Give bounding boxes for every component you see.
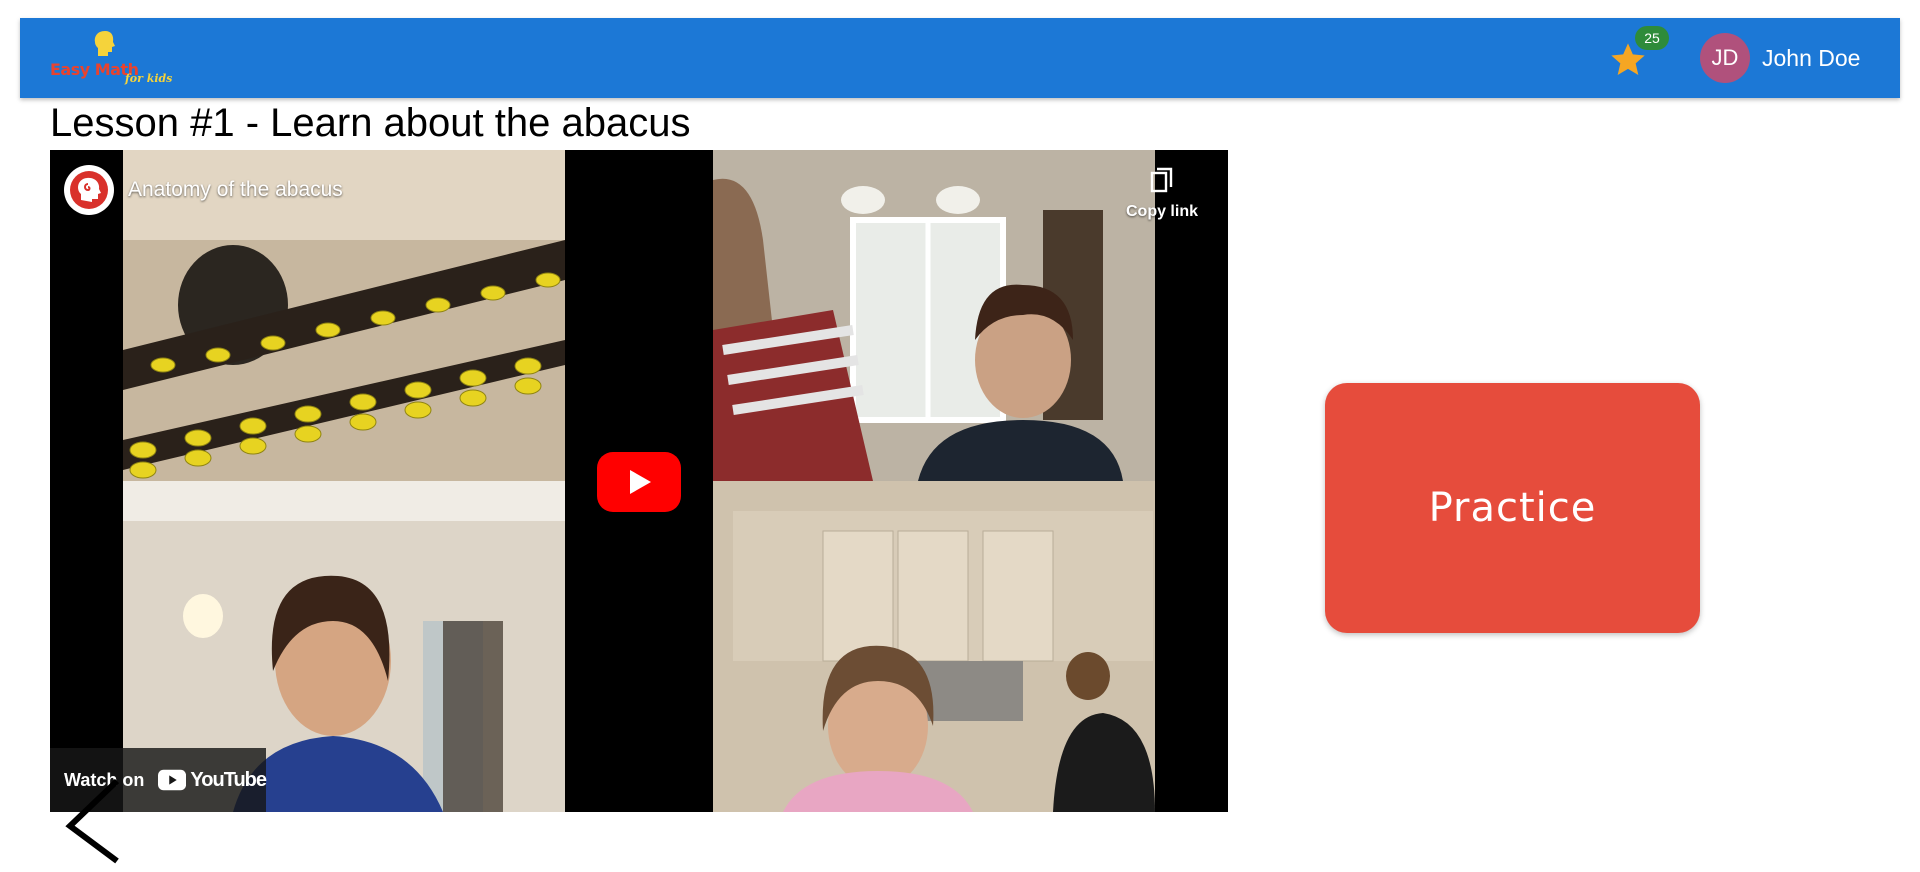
- head-logo-icon: [94, 31, 115, 56]
- user-menu[interactable]: JD John Doe: [1700, 32, 1860, 84]
- play-icon: [597, 452, 681, 512]
- top-app-bar: Easy Math for kids 25 JD John Doe: [20, 18, 1900, 98]
- youtube-label: YouTube: [190, 768, 267, 791]
- avatar: JD: [1700, 33, 1750, 83]
- play-button[interactable]: [597, 452, 681, 517]
- copy-link-button[interactable]: Copy link: [1122, 166, 1202, 221]
- head-spiral-icon: [70, 171, 108, 209]
- video-frame-kitchen: [713, 481, 1155, 812]
- video-header: Anatomy of the abacus: [64, 165, 343, 215]
- video-frame-family: [713, 150, 1155, 481]
- stars-count-badge: 25: [1635, 26, 1669, 50]
- practice-button[interactable]: Practice: [1325, 383, 1700, 633]
- back-button[interactable]: [62, 776, 122, 871]
- user-name: John Doe: [1762, 44, 1861, 71]
- video-player[interactable]: Anatomy of the abacus Copy link Watch on…: [50, 150, 1228, 812]
- copy-icon: [1150, 167, 1173, 193]
- channel-logo-icon[interactable]: [64, 165, 114, 215]
- logo-subtext: for kids: [125, 72, 173, 85]
- youtube-logo-icon: [158, 769, 187, 791]
- page-title: Lesson #1 - Learn about the abacus: [50, 101, 691, 145]
- back-arrow-icon: [65, 778, 120, 864]
- copy-link-label: Copy link: [1125, 203, 1198, 220]
- app-logo[interactable]: Easy Math for kids: [50, 30, 173, 90]
- video-title[interactable]: Anatomy of the abacus: [128, 178, 343, 202]
